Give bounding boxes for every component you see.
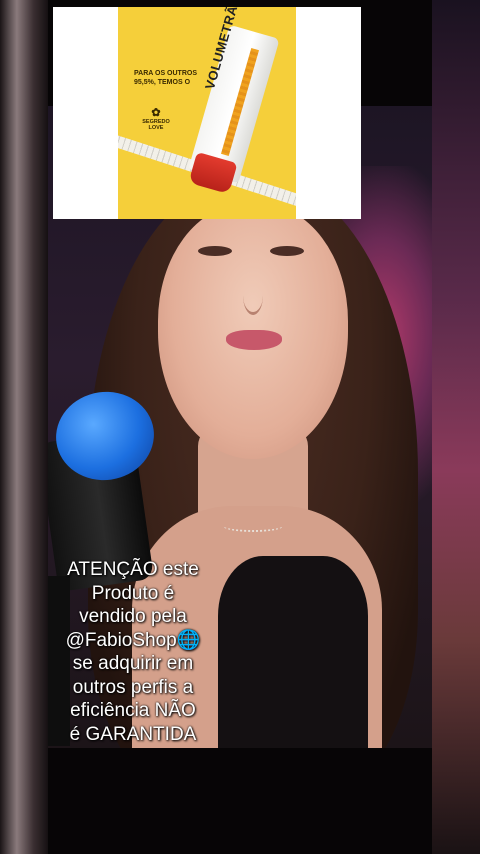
bee-icon: ✿ — [151, 107, 161, 119]
necklace — [223, 520, 283, 532]
right-eye — [270, 246, 304, 256]
caption-overlay: ATENÇÃO este Produto é vendido pela @Fab… — [50, 558, 216, 746]
blurred-left-band — [0, 0, 48, 854]
caption-line: ATENÇÃO este — [67, 559, 199, 580]
product-ad-image: PARA OS OUTROS 95,5%, TEMOS O ✿ SEGREDO … — [118, 7, 296, 219]
product-ad-card[interactable]: PARA OS OUTROS 95,5%, TEMOS O ✿ SEGREDO … — [53, 7, 361, 219]
brand-logo-text: SEGREDO LOVE — [142, 119, 170, 131]
caption-line: se adquirir em — [72, 653, 194, 674]
caption-line: é GARANTIDA — [69, 723, 197, 745]
brand-logo: ✿ SEGREDO LOVE — [136, 107, 176, 131]
blurred-right-band — [432, 0, 480, 854]
left-eye — [198, 246, 232, 256]
caption-line: @FabioShop🌐 — [65, 629, 201, 651]
caption-line: Produto é — [91, 582, 175, 604]
caption-line: outros perfis a — [72, 676, 194, 698]
person-top — [218, 556, 368, 748]
ad-tagline: PARA OS OUTROS 95,5%, TEMOS O — [134, 70, 198, 86]
nose — [243, 276, 263, 315]
caption-line: vendido pela — [79, 606, 187, 627]
caption-line: eficiência NÃO — [70, 700, 196, 721]
mouth — [226, 330, 282, 350]
